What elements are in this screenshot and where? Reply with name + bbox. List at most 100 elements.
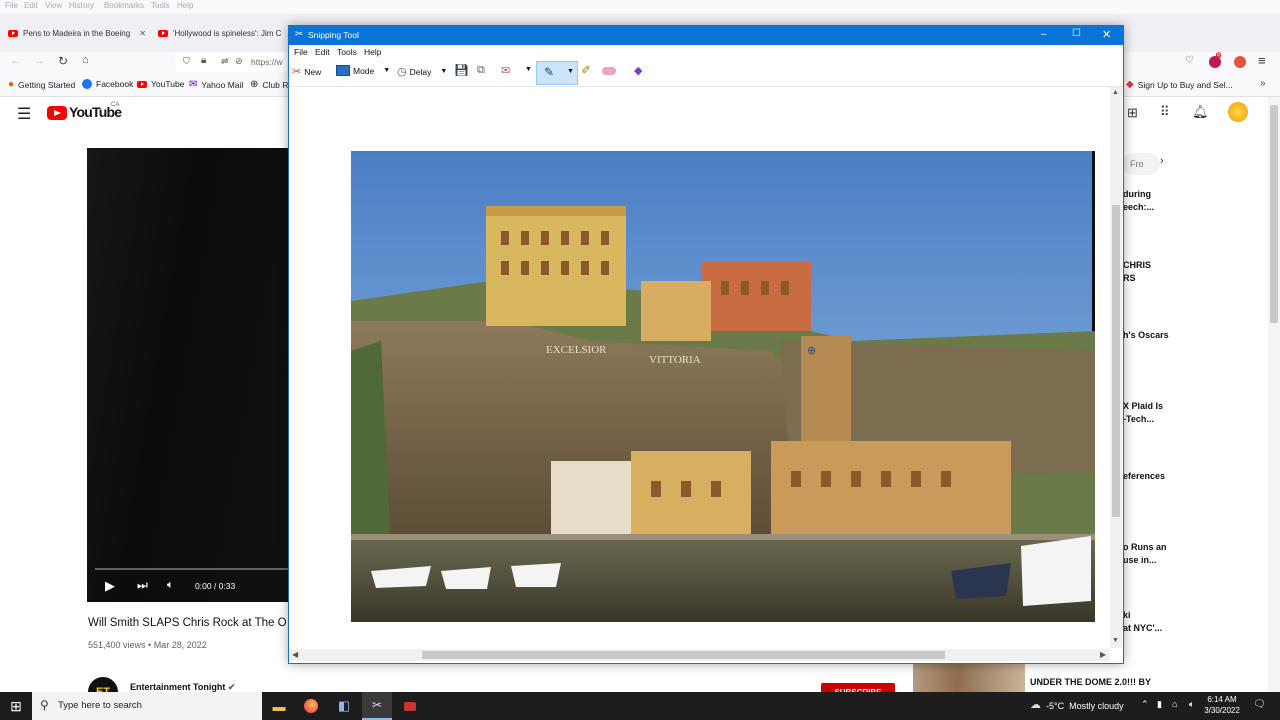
network-icon[interactable]: ⌂ — [1172, 699, 1177, 709]
youtube-logo-icon[interactable] — [47, 106, 67, 120]
volume-icon[interactable]: 🔈︎ — [1189, 699, 1194, 710]
ebay-icon: ◆ — [1126, 79, 1134, 90]
menu-history[interactable]: History — [69, 1, 94, 10]
new-snip-button[interactable]: ✂ New — [292, 65, 321, 78]
clock[interactable]: 6:14 AM 3/30/2022 — [1200, 694, 1244, 716]
menu-file[interactable]: File — [294, 47, 308, 57]
close-tab-icon[interactable]: ✕ — [139, 29, 146, 38]
scroll-right-icon[interactable]: ▶ — [1100, 650, 1106, 659]
extension-icon[interactable]: 5 — [1209, 52, 1222, 68]
related-video[interactable]: o Runs an use in... — [1123, 541, 1167, 567]
related-video[interactable]: X Plaid Is -Tech... — [1123, 400, 1163, 426]
scroll-up-icon[interactable]: ▲ — [1112, 89, 1119, 96]
related-video[interactable]: during eech:... — [1123, 188, 1154, 214]
next-icon[interactable]: ⏭ — [137, 578, 148, 593]
video-progress-bar[interactable] — [95, 568, 290, 570]
page-scrollbar-thumb[interactable] — [1270, 105, 1278, 323]
create-video-icon[interactable]: ⊞ — [1127, 105, 1138, 121]
home-icon[interactable]: ⌂ — [82, 54, 89, 66]
browser-tab[interactable]: 'Hollywood is spineless': Jim C — [158, 22, 286, 44]
volume-icon[interactable]: 🔈︎ — [167, 579, 174, 592]
horizontal-scrollbar-thumb[interactable] — [422, 651, 945, 659]
close-icon[interactable]: ✕ — [1102, 28, 1111, 41]
notifications-icon[interactable]: 🗨︎ — [1253, 699, 1266, 710]
horizontal-scrollbar[interactable]: ◀ ▶ — [289, 649, 1110, 661]
lock-icon[interactable]: 🔒︎ — [201, 55, 206, 66]
menu-edit[interactable]: Edit — [24, 1, 38, 10]
browser-tab[interactable]: Pens to Madeira in the Boeing ✕ — [8, 22, 146, 44]
maximize-icon[interactable]: ☐ — [1072, 28, 1081, 39]
media-player-icon[interactable] — [396, 692, 424, 720]
filter-chip[interactable]: Fro — [1122, 153, 1160, 175]
vertical-scrollbar-thumb[interactable] — [1112, 205, 1120, 517]
minimize-icon[interactable]: – — [1041, 29, 1047, 40]
snipping-tool-menubar: File Edit Tools Help — [289, 45, 1123, 59]
snipping-tool-titlebar[interactable]: ✂ Snipping Tool – ☐ ✕ — [289, 26, 1123, 45]
chevron-down-icon[interactable]: ▼ — [525, 66, 532, 73]
back-icon[interactable]: ← — [10, 55, 21, 67]
menu-tools[interactable]: Tools — [337, 47, 357, 57]
menu-help[interactable]: Help — [177, 1, 193, 10]
menu-bookmarks[interactable]: Bookmarks — [104, 1, 144, 10]
scroll-down-icon[interactable]: ▼ — [1112, 637, 1119, 644]
url-bar[interactable]: ⛉ 🔒︎ ⇌ ⊘ https://w — [175, 53, 287, 72]
save-icon[interactable]: 💾︎ — [454, 63, 469, 77]
tab-title: 'Hollywood is spineless': Jim C — [173, 28, 282, 38]
menu-tools[interactable]: Tools — [151, 1, 170, 10]
avatar[interactable] — [1228, 102, 1248, 122]
scroll-left-icon[interactable]: ◀ — [292, 650, 298, 659]
page-scrollbar[interactable] — [1268, 97, 1280, 692]
hamburger-menu-icon[interactable]: ≡ — [1258, 53, 1266, 68]
bookmark-club[interactable]: ⊕ Club R — [250, 79, 288, 90]
send-icon[interactable]: ✉ — [501, 64, 510, 77]
related-thumbnail[interactable] — [913, 660, 1025, 692]
related-video[interactable]: CHRIS RS — [1123, 259, 1151, 285]
chevron-right-icon[interactable]: › — [1160, 155, 1164, 167]
menu-help[interactable]: Help — [364, 47, 381, 57]
bookmark-getting-started[interactable]: ● Getting Started — [8, 79, 75, 90]
snipping-tool-taskbar-icon[interactable]: ✂ — [362, 692, 392, 720]
menu-file[interactable]: File — [5, 1, 18, 10]
taskbar-search-box[interactable]: ⚲ Type here to search — [32, 692, 262, 720]
hamburger-menu-icon[interactable]: ☰ — [17, 104, 31, 124]
related-video[interactable]: ki at NYC'... — [1123, 609, 1162, 635]
vertical-scrollbar[interactable]: ▲ ▼ — [1110, 87, 1122, 648]
start-windows-icon[interactable]: ⊞ — [0, 692, 32, 720]
video-meta: 551,400 views • Mar 28, 2022 — [88, 640, 207, 650]
reload-icon[interactable]: ↻ — [58, 54, 68, 68]
related-video[interactable]: eferences — [1123, 470, 1165, 483]
menu-view[interactable]: View — [45, 1, 62, 10]
tray-chevron-up-icon[interactable]: ⌃ — [1141, 699, 1149, 710]
shield-icon[interactable]: ⛉ — [183, 56, 190, 67]
play-icon[interactable]: ▶ — [105, 578, 115, 594]
menu-edit[interactable]: Edit — [315, 47, 330, 57]
bookmark-youtube[interactable]: YouTube — [137, 79, 184, 89]
mode-button[interactable]: Mode ▼ — [336, 65, 390, 76]
tracking-icon[interactable]: ⊘ — [235, 56, 243, 67]
paint3d-icon[interactable]: ◆ — [634, 64, 642, 77]
pocket-icon[interactable]: ♡ — [1185, 55, 1194, 66]
related-video-title[interactable]: UNDER THE DOME 2.0!!! BY — [1030, 677, 1151, 687]
battery-icon[interactable]: ▮ — [1157, 699, 1162, 710]
bookmark-facebook[interactable]: Facebook — [82, 79, 133, 89]
video-player[interactable]: ▶ ⏭ 🔈︎ 0:00 / 0:33 — [87, 148, 292, 602]
apps-grid-icon[interactable]: ⠿ — [1160, 104, 1170, 120]
account-icon[interactable] — [1234, 56, 1246, 68]
file-explorer-icon[interactable]: ▬ — [266, 692, 292, 720]
related-video[interactable]: h's Oscars — [1123, 329, 1169, 342]
more-bookmarks-icon[interactable]: » — [1260, 78, 1266, 89]
eraser-icon[interactable] — [602, 67, 616, 75]
permissions-icon[interactable]: ⇌ — [221, 56, 229, 67]
chevron-down-icon: ▼ — [567, 68, 574, 75]
forward-icon[interactable]: → — [34, 55, 45, 67]
delay-button[interactable]: ◷ Delay ▼ — [397, 65, 447, 78]
copy-icon[interactable]: ⧉ — [477, 64, 485, 77]
notifications-bell-icon[interactable]: 🔔︎ — [1192, 104, 1209, 120]
firefox-taskbar-icon[interactable] — [298, 692, 324, 720]
weather-text[interactable]: -5°C Mostly cloudy — [1046, 701, 1124, 711]
app-icon[interactable]: ◧ — [330, 692, 358, 720]
pen-button[interactable]: ✎ ▼ — [536, 61, 578, 85]
highlighter-icon[interactable]: ✐ — [581, 63, 591, 77]
bookmark-sign-up[interactable]: ◆ Sign Up to Buy and Sel... — [1126, 79, 1233, 90]
bookmark-yahoo-mail[interactable]: ✉ Yahoo Mail — [189, 79, 243, 90]
